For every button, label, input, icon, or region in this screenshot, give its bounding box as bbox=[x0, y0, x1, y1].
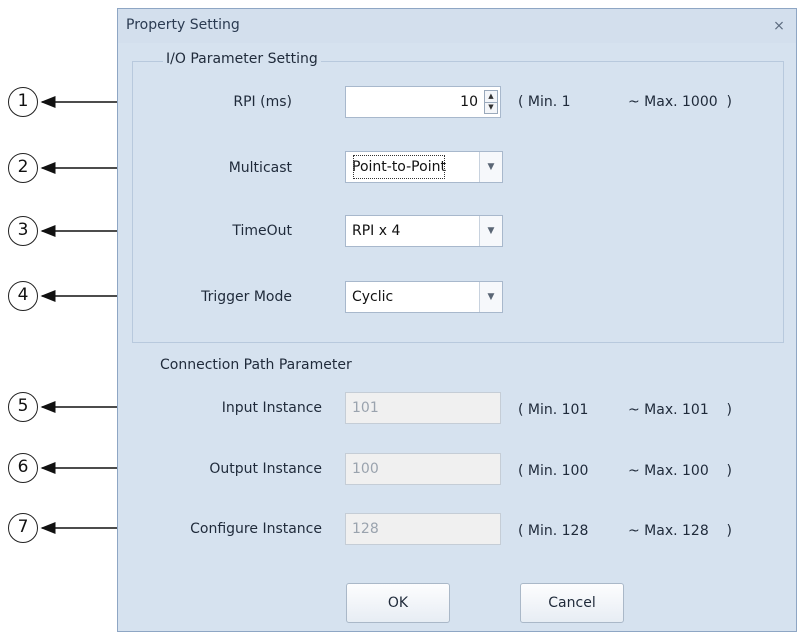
configure-range-min: ( Min. 128 bbox=[518, 523, 589, 539]
rpi-range-max: ~ Max. 1000 ) bbox=[628, 94, 733, 110]
multicast-select[interactable]: Point-to-Point ▼ bbox=[345, 151, 503, 183]
timeout-select[interactable]: RPI x 4 ▼ bbox=[345, 215, 503, 247]
trigger-mode-value: Cyclic bbox=[352, 289, 394, 305]
input-range-min: ( Min. 101 bbox=[518, 402, 589, 418]
callout-1: 1 bbox=[8, 87, 38, 117]
rpi-value: 10 bbox=[460, 94, 478, 110]
output-range-max: ~ Max. 100 ) bbox=[628, 463, 733, 479]
callout-7: 7 bbox=[8, 513, 38, 543]
chevron-down-icon[interactable]: ▼ bbox=[479, 216, 502, 246]
output-instance-label: Output Instance bbox=[209, 461, 322, 477]
rpi-range-min: ( Min. 1 bbox=[518, 94, 571, 110]
input-instance-label: Input Instance bbox=[221, 400, 322, 416]
dialog-title: Property Setting bbox=[126, 17, 240, 33]
rpi-spinbox[interactable]: 10 ▲ ▼ bbox=[345, 86, 501, 118]
callout-4: 4 bbox=[8, 281, 38, 311]
chevron-down-icon[interactable]: ▼ bbox=[479, 282, 502, 312]
trigger-mode-select[interactable]: Cyclic ▼ bbox=[345, 281, 503, 313]
input-range-max: ~ Max. 101 ) bbox=[628, 402, 733, 418]
property-setting-dialog: Property Setting ⨯ I/O Parameter Setting… bbox=[117, 8, 797, 632]
timeout-value: RPI x 4 bbox=[352, 223, 401, 239]
output-instance-field[interactable]: 100 bbox=[345, 453, 501, 485]
io-section-title: I/O Parameter Setting bbox=[163, 51, 321, 67]
configure-instance-label: Configure Instance bbox=[190, 521, 322, 537]
rpi-label: RPI (ms) bbox=[233, 94, 292, 110]
configure-range-max: ~ Max. 128 ) bbox=[628, 523, 733, 539]
callout-5: 5 bbox=[8, 392, 38, 422]
trigger-mode-label: Trigger Mode bbox=[201, 289, 292, 305]
callout-3: 3 bbox=[8, 216, 38, 246]
output-instance-value: 100 bbox=[352, 461, 379, 477]
close-icon[interactable]: ⨯ bbox=[770, 17, 788, 35]
timeout-label: TimeOut bbox=[232, 223, 292, 239]
rpi-stepper[interactable]: ▲ ▼ bbox=[484, 90, 498, 114]
configure-instance-field[interactable]: 128 bbox=[345, 513, 501, 545]
configure-instance-value: 128 bbox=[352, 521, 379, 537]
title-bar: Property Setting ⨯ bbox=[118, 9, 796, 43]
ok-button[interactable]: OK bbox=[346, 583, 450, 623]
callout-6: 6 bbox=[8, 453, 38, 483]
input-instance-field[interactable]: 101 bbox=[345, 392, 501, 424]
cancel-button[interactable]: Cancel bbox=[520, 583, 624, 623]
stepper-down-icon[interactable]: ▼ bbox=[485, 102, 497, 113]
output-range-min: ( Min. 100 bbox=[518, 463, 589, 479]
input-instance-value: 101 bbox=[352, 400, 379, 416]
multicast-label: Multicast bbox=[228, 160, 292, 176]
path-section-title: Connection Path Parameter bbox=[160, 357, 352, 373]
chevron-down-icon[interactable]: ▼ bbox=[479, 152, 502, 182]
multicast-value: Point-to-Point bbox=[350, 152, 448, 182]
callout-2: 2 bbox=[8, 153, 38, 183]
